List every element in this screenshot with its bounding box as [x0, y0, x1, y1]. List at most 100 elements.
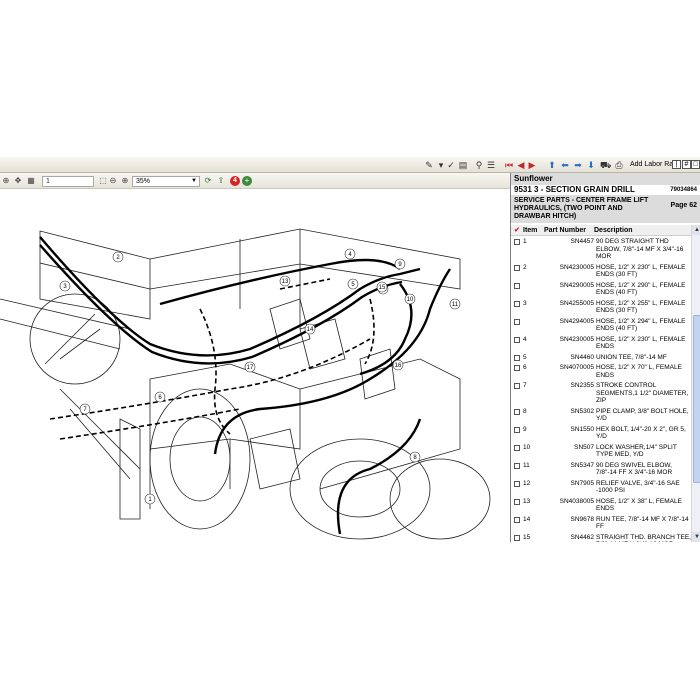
previous-icon[interactable]: ◀ — [516, 160, 526, 170]
row-part-number[interactable]: SN4038005 — [544, 498, 594, 506]
callout-15[interactable]: 15 — [376, 281, 388, 293]
row-part-number[interactable]: SN4255005 — [544, 300, 594, 308]
parts-row[interactable]: SN4294005 HOSE, 1/2" X 294" L, FEMALE END… — [511, 317, 691, 335]
callout-9[interactable]: 9 — [394, 258, 406, 270]
header-part-number[interactable]: Part Number — [544, 225, 586, 236]
callout-11[interactable]: 11 — [449, 298, 461, 310]
parts-row[interactable]: 15 SN4462STRAIGHT THD. BRANCH TEE, 7/8"-1… — [511, 533, 691, 542]
row-part-number[interactable]: SN7905 — [544, 480, 595, 488]
refresh-icon[interactable]: ⟳ — [203, 176, 213, 186]
row-checkbox[interactable] — [514, 365, 520, 371]
callout-4[interactable]: 4 — [344, 248, 356, 260]
parts-row[interactable]: 7 SN2355 STROKE CONTROL SEGMENTS,1 1/2" DI… — [511, 381, 691, 407]
page-view-icon[interactable]: ▦ — [26, 176, 36, 186]
fit-page-icon[interactable]: ⬚ — [98, 176, 108, 186]
callout-2[interactable]: 2 — [112, 251, 124, 263]
layout-single-icon[interactable]: □ — [691, 160, 700, 169]
forward-arrow-icon[interactable]: ➡ — [573, 160, 583, 170]
callout-1[interactable]: 1 — [144, 493, 156, 505]
back-arrow-icon[interactable]: ⬅ — [560, 160, 570, 170]
row-checkbox[interactable] — [514, 282, 520, 289]
row-checkbox[interactable] — [514, 383, 520, 389]
callout-10[interactable]: 10 — [404, 293, 416, 305]
parts-row[interactable]: 11 SN5347 90 DEG SWIVEL ELBOW, 7/8"-14 FF … — [511, 461, 691, 479]
header-description[interactable]: Description — [594, 225, 633, 236]
row-checkbox[interactable] — [514, 408, 520, 415]
row-part-number[interactable]: SN4460 — [544, 354, 595, 362]
callout-14[interactable]: 14 — [304, 323, 316, 335]
row-checkbox[interactable] — [514, 480, 520, 487]
cart-icon[interactable]: ⛟ — [600, 160, 611, 170]
row-checkbox[interactable] — [514, 498, 520, 505]
export-icon[interactable]: ⇪ — [216, 176, 226, 186]
next-icon[interactable]: ▶ — [527, 160, 537, 170]
parts-row[interactable]: 12 SN7905 RELIEF VALVE, 3/4"-16 SAE -1000 … — [511, 479, 691, 497]
row-part-number[interactable]: SN9678 — [544, 516, 595, 524]
zoom-in-small-icon[interactable]: ⊕ — [120, 176, 130, 186]
parts-scrollbar[interactable]: ▲ ▼ — [691, 225, 700, 542]
row-checkbox[interactable] — [514, 534, 520, 541]
row-part-number[interactable]: SN507 — [544, 444, 594, 452]
zoom-select[interactable]: 35% ▼ — [132, 176, 200, 187]
row-checkbox[interactable] — [514, 264, 520, 271]
zoom-out-icon[interactable]: ⊖ — [108, 176, 118, 186]
row-part-number[interactable]: SN2355 — [544, 382, 595, 390]
document-icon[interactable]: ▤ — [458, 160, 468, 170]
page-number-input[interactable]: 1 — [42, 176, 94, 187]
dropdown-icon[interactable]: ▾ — [436, 160, 446, 170]
parts-row[interactable]: 2 SN4230005 HOSE, 1/2" X 230" L, FEMALE EN… — [511, 263, 691, 281]
parts-row[interactable]: 6 SN4070005 HOSE, 1/2" X 70" L, FEMALE END… — [511, 363, 691, 381]
row-part-number[interactable]: SN1550 — [544, 426, 595, 434]
callout-3[interactable]: 3 — [59, 280, 71, 292]
row-checkbox[interactable] — [514, 444, 520, 451]
parts-row[interactable]: 3 SN4255005 HOSE, 1/2" X 255" L, FEMALE EN… — [511, 299, 691, 317]
parts-row[interactable]: 10 SN507 LOCK WASHER,1/4" SPLIT TYPE MED, … — [511, 443, 691, 461]
callout-16[interactable]: 16 — [392, 359, 404, 371]
row-part-number[interactable]: SN4230005 — [544, 336, 594, 344]
scroll-up-icon[interactable]: ▲ — [692, 225, 700, 235]
parts-row[interactable]: 1 SN4457 90 DEG STRAIGHT THD ELBOW, 7/8"-1… — [511, 237, 691, 263]
callout-8[interactable]: 8 — [409, 451, 421, 463]
find-icon[interactable]: ⚲ — [474, 160, 484, 170]
callout-7[interactable]: 7 — [79, 403, 91, 415]
row-checkbox[interactable] — [514, 462, 520, 469]
row-part-number[interactable]: SN4070005 — [544, 364, 594, 372]
row-part-number[interactable]: SN4457 — [544, 238, 595, 246]
callout-5[interactable]: 5 — [347, 278, 359, 290]
check-icon[interactable]: ✓ — [446, 160, 456, 170]
scroll-thumb[interactable] — [693, 315, 700, 483]
row-part-number[interactable]: SN5302 — [544, 408, 595, 416]
row-part-number[interactable]: SN4290005 — [544, 282, 594, 290]
row-checkbox[interactable] — [514, 300, 520, 307]
up-arrow-icon[interactable]: ⬆ — [547, 160, 557, 170]
row-checkbox[interactable] — [514, 336, 520, 343]
header-item[interactable]: Item — [523, 225, 537, 236]
row-part-number[interactable]: SN5347 — [544, 462, 595, 470]
callout-6[interactable]: 6 — [154, 391, 166, 403]
row-part-number[interactable]: SN4462 — [544, 534, 595, 542]
row-part-number[interactable]: SN4294005 — [544, 318, 594, 326]
first-page-icon[interactable]: ⏮ — [504, 160, 514, 170]
callout-17[interactable]: 17 — [244, 361, 256, 373]
hydraulics-diagram[interactable]: 1 2 3 4 5 6 7 8 9 10 11 12 13 14 15 16 1 — [0, 189, 510, 542]
row-checkbox[interactable] — [514, 354, 520, 361]
parts-row[interactable]: SN4290005 HOSE, 1/2" X 290" L, FEMALE END… — [511, 281, 691, 299]
row-checkbox[interactable] — [514, 318, 520, 325]
row-checkbox[interactable] — [514, 516, 520, 523]
notification-badge[interactable]: 4 — [230, 176, 240, 186]
parts-row[interactable]: 4 SN4230005 HOSE, 1/2" X 230" L, FEMALE EN… — [511, 335, 691, 353]
layout-split-icon[interactable]: | — [672, 160, 681, 169]
parts-row[interactable]: 14 SN9678 RUN TEE, 7/8"-14 MF X 7/8"-14 FF — [511, 515, 691, 533]
parts-row[interactable]: 9 SN1550 HEX BOLT, 1/4"-20 X 2", GR 5, Y/D — [511, 425, 691, 443]
row-checkbox[interactable] — [514, 239, 520, 245]
parts-row[interactable]: 8 SN5302 PIPE CLAMP, 3/8" BOLT HOLE, Y/D — [511, 407, 691, 425]
parts-row[interactable]: 13 SN4038005 HOSE, 1/2" X 38" L, FEMALE EN… — [511, 497, 691, 515]
layout-pages-icon[interactable]: # — [682, 160, 691, 169]
row-checkbox[interactable] — [514, 426, 520, 433]
down-arrow-icon[interactable]: ⬇ — [586, 160, 596, 170]
callout-13[interactable]: 13 — [279, 275, 291, 287]
print-icon[interactable]: ⎙ — [614, 160, 624, 170]
row-part-number[interactable]: SN4230005 — [544, 264, 594, 272]
edit-icon[interactable]: ✎ — [424, 160, 434, 170]
zoom-in-icon[interactable]: ⊕ — [1, 176, 11, 186]
